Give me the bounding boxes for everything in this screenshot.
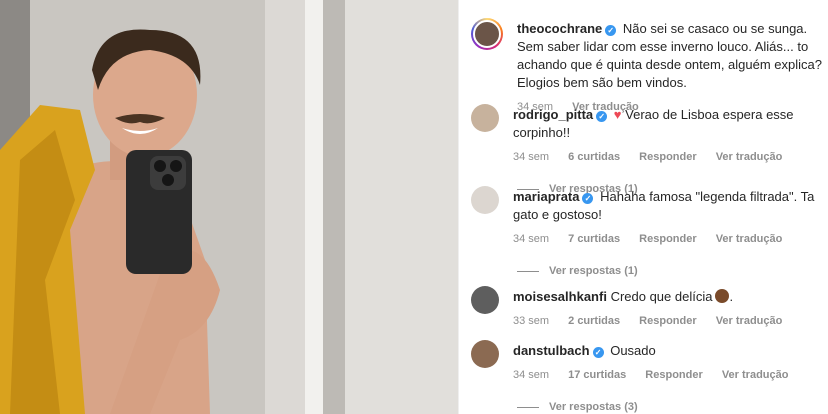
post-photo: [0, 0, 458, 414]
verified-icon: ✓: [592, 347, 604, 358]
avatar[interactable]: [471, 18, 503, 50]
avatar[interactable]: [471, 286, 499, 314]
avatar[interactable]: [471, 104, 499, 132]
comment-time[interactable]: 34 sem: [513, 233, 549, 245]
view-replies-label: Ver respostas (1): [549, 265, 638, 277]
comment-time[interactable]: 34 sem: [513, 151, 549, 163]
reply-button[interactable]: Responder: [639, 233, 696, 245]
avatar[interactable]: [471, 186, 499, 214]
view-replies-button[interactable]: Ver respostas (3): [513, 398, 827, 414]
likes-count[interactable]: 6 curtidas: [568, 151, 620, 163]
view-replies-button[interactable]: Ver respostas (1): [513, 262, 827, 280]
comment-username[interactable]: danstulbach: [513, 343, 590, 358]
comment-username[interactable]: moisesalhkanfi: [513, 289, 607, 304]
comments-panel: theocochrane ✓ Não sei se casaco ou se su…: [458, 0, 828, 414]
translate-button[interactable]: Ver tradução: [716, 151, 783, 163]
verified-icon: ✓: [596, 111, 608, 122]
translate-button[interactable]: Ver tradução: [716, 233, 783, 245]
likes-count[interactable]: 17 curtidas: [568, 369, 626, 381]
translate-button[interactable]: Ver tradução: [716, 315, 783, 327]
comment-text: Credo que delícia: [610, 289, 713, 304]
reply-button[interactable]: Responder: [639, 151, 696, 163]
verified-icon: ✓: [582, 193, 594, 204]
verified-icon: ✓: [605, 25, 617, 36]
divider: [517, 270, 539, 272]
caption-username[interactable]: theocochrane: [517, 21, 602, 36]
likes-count[interactable]: 7 curtidas: [568, 233, 620, 245]
comment-time[interactable]: 33 sem: [513, 315, 549, 327]
view-replies-label: Ver respostas (3): [549, 401, 638, 413]
divider: [517, 406, 539, 408]
comment-username[interactable]: rodrigo_pitta: [513, 107, 593, 122]
comment-time[interactable]: 34 sem: [513, 369, 549, 381]
emoji-icon: [715, 289, 730, 303]
likes-count[interactable]: 2 curtidas: [568, 315, 620, 327]
translate-button[interactable]: Ver tradução: [722, 369, 789, 381]
comment-username[interactable]: mariaprata: [513, 189, 579, 204]
avatar[interactable]: [471, 340, 499, 368]
heart-icon: ♥: [613, 107, 622, 122]
mirror-selfie-image: [0, 0, 458, 414]
reply-button[interactable]: Responder: [645, 369, 702, 381]
comment-text: Ousado: [610, 343, 656, 358]
reply-button[interactable]: Responder: [639, 315, 696, 327]
